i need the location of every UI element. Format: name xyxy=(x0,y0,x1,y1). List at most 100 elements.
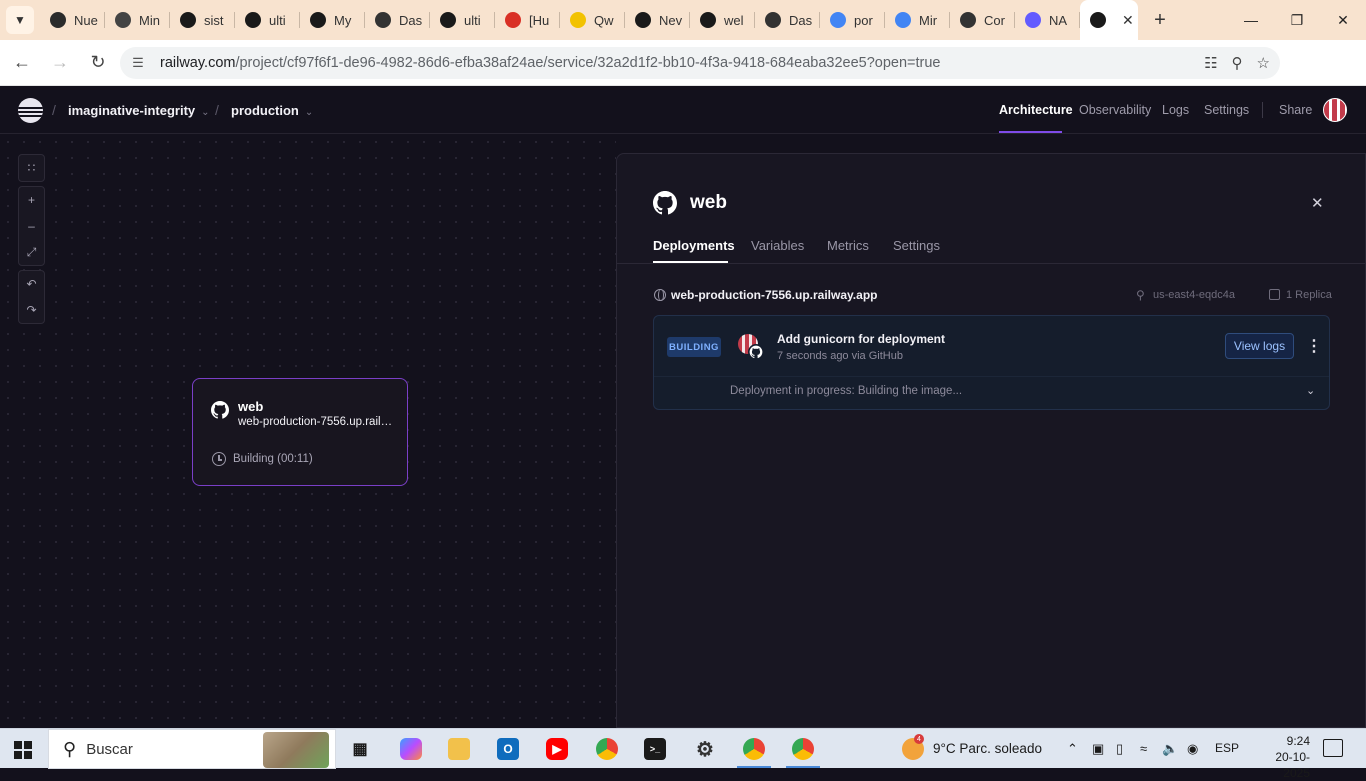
language-indicator[interactable]: ESP xyxy=(1215,741,1239,755)
browser-tab[interactable]: Mir xyxy=(885,0,950,40)
chrome-icon[interactable] xyxy=(596,738,618,760)
tab-title: Mir xyxy=(919,12,938,28)
globe-icon xyxy=(765,12,781,28)
project-name: imaginative-integrity xyxy=(68,103,196,118)
site-info-icon[interactable]: ☰ xyxy=(124,55,152,71)
browser-tab-active[interactable]: ✕ xyxy=(1080,0,1138,40)
nav-observability[interactable]: Observability xyxy=(1079,103,1151,117)
service-detail-panel: web ✕ Deployments Variables Metrics Sett… xyxy=(616,153,1366,728)
railway-icon xyxy=(700,12,716,28)
tab-metrics[interactable]: Metrics xyxy=(827,238,869,253)
back-button[interactable]: ← xyxy=(6,47,38,79)
zoom-in-icon[interactable]: + xyxy=(19,187,44,213)
zoom-icon[interactable]: ⚲ xyxy=(1232,54,1243,72)
omnibox[interactable]: ☰ railway.com/project/cf97f6f1-de96-4982… xyxy=(120,47,1280,79)
service-card-web[interactable]: web web-production-7556.up.railway.app B… xyxy=(192,378,408,486)
minimize-button[interactable]: — xyxy=(1228,0,1274,40)
taskbar-search[interactable]: ⚲ Buscar xyxy=(48,729,336,769)
browser-tab[interactable]: Cor xyxy=(950,0,1015,40)
windows-start-icon[interactable] xyxy=(14,741,32,759)
chevron-up-icon[interactable]: ⌃ xyxy=(1067,741,1078,757)
close-tab-icon[interactable]: ✕ xyxy=(1122,12,1134,29)
terminal-icon[interactable]: >_ xyxy=(644,738,666,760)
browser-tab[interactable]: ulti xyxy=(235,0,300,40)
browser-tab[interactable]: NA xyxy=(1015,0,1080,40)
new-tab-button[interactable]: + xyxy=(1146,6,1174,34)
browser-tab[interactable]: Nue xyxy=(40,0,105,40)
meet-now-icon[interactable]: ▣ xyxy=(1092,741,1104,757)
volume-icon[interactable]: 🔈 xyxy=(1162,741,1178,757)
outlook-icon[interactable]: O xyxy=(497,738,519,760)
browser-tab[interactable]: wel xyxy=(690,0,755,40)
browser-tab[interactable]: sist xyxy=(170,0,235,40)
nav-architecture[interactable]: Architecture xyxy=(999,103,1073,117)
url-text[interactable]: railway.com/project/cf97f6f1-de96-4982-8… xyxy=(160,55,940,71)
undo-icon[interactable]: ↶ xyxy=(19,271,44,297)
battery-icon[interactable]: ▯ xyxy=(1116,741,1123,757)
browser-tab[interactable]: Qw xyxy=(560,0,625,40)
github-icon xyxy=(440,12,456,28)
wifi-icon[interactable]: ≈ xyxy=(1140,741,1147,756)
task-view-icon[interactable]: ▦ xyxy=(349,738,371,760)
forward-button[interactable]: → xyxy=(44,47,76,79)
user-avatar[interactable] xyxy=(1323,98,1347,122)
system-clock[interactable]: 9:24 20-10-2025 xyxy=(1262,733,1310,781)
active-tab-indicator xyxy=(653,261,728,263)
nav-logs[interactable]: Logs xyxy=(1162,103,1189,117)
chevron-down-icon: ▼ xyxy=(14,13,26,27)
panel-tabs: Deployments Variables Metrics Settings xyxy=(617,236,1366,264)
close-window-button[interactable]: ✕ xyxy=(1320,0,1366,40)
youtube-icon[interactable]: ▶ xyxy=(546,738,568,760)
tab-variables[interactable]: Variables xyxy=(751,238,804,253)
tab-search-button[interactable]: ▼ xyxy=(6,6,34,34)
railway-logo-icon[interactable] xyxy=(18,98,43,123)
project-selector[interactable]: imaginative-integrity ⌄ xyxy=(68,103,210,118)
chrome-profile-icon[interactable] xyxy=(792,738,814,760)
redo-icon[interactable]: ↷ xyxy=(19,297,44,323)
view-logs-button[interactable]: View logs xyxy=(1225,333,1294,359)
panel-title: web xyxy=(690,192,727,213)
tab-title: Nue xyxy=(74,12,98,28)
region-label: us-east4-eqdc4a xyxy=(1153,289,1235,301)
tab-title: Min xyxy=(139,12,160,28)
bookmark-star-icon[interactable]: ☆ xyxy=(1257,54,1270,72)
share-button[interactable]: Share xyxy=(1279,103,1312,117)
github-icon xyxy=(245,12,261,28)
tab-deployments[interactable]: Deployments xyxy=(653,238,735,253)
browser-tab[interactable]: [Hu xyxy=(495,0,560,40)
settings-gear-icon[interactable]: ⚙ xyxy=(694,738,716,761)
minimax-icon xyxy=(115,12,131,28)
chevron-down-icon[interactable]: ⌄ xyxy=(1306,384,1315,397)
browser-tab[interactable]: por xyxy=(820,0,885,40)
search-highlight-image xyxy=(263,732,329,768)
app-header: / imaginative-integrity ⌄ / production ⌄ A… xyxy=(0,87,1366,134)
close-panel-icon[interactable]: ✕ xyxy=(1311,194,1324,212)
canvas-history-toolbar: ↶ ↷ xyxy=(18,270,45,324)
file-explorer-icon[interactable] xyxy=(448,738,470,760)
reload-button[interactable]: ↻ xyxy=(82,47,114,79)
notifications-icon[interactable] xyxy=(1323,739,1343,757)
copilot-icon[interactable] xyxy=(400,738,422,760)
browser-tab[interactable]: My xyxy=(300,0,365,40)
restore-button[interactable]: ❐ xyxy=(1274,0,1320,40)
nav-settings[interactable]: Settings xyxy=(1204,103,1249,117)
zoom-out-icon[interactable]: – xyxy=(19,213,44,239)
translate-icon[interactable]: ☷ xyxy=(1204,54,1217,72)
more-options-icon[interactable]: ⋮ xyxy=(1306,336,1322,356)
tab-settings[interactable]: Settings xyxy=(893,238,940,253)
deployment-card[interactable]: BUILDING Add gunicorn for deployment 7 s… xyxy=(653,315,1330,410)
grid-icon[interactable]: ∷ xyxy=(19,155,44,181)
fit-view-icon[interactable]: ⤢ xyxy=(19,239,44,265)
browser-tab[interactable]: Das xyxy=(365,0,430,40)
browser-tab[interactable]: Min xyxy=(105,0,170,40)
browser-tab[interactable]: ulti xyxy=(430,0,495,40)
browser-tab[interactable]: Das xyxy=(755,0,820,40)
browser-tab[interactable]: Nev xyxy=(625,0,690,40)
location-icon[interactable]: ◉ xyxy=(1187,741,1198,757)
globe-icon xyxy=(375,12,391,28)
environment-selector[interactable]: production ⌄ xyxy=(231,103,313,118)
service-domain-link[interactable]: web-production-7556.up.railway.app xyxy=(671,288,877,302)
weather-text[interactable]: 9°C Parc. soleado xyxy=(933,741,1042,756)
github-icon xyxy=(180,12,196,28)
chrome-icon[interactable] xyxy=(743,738,765,760)
